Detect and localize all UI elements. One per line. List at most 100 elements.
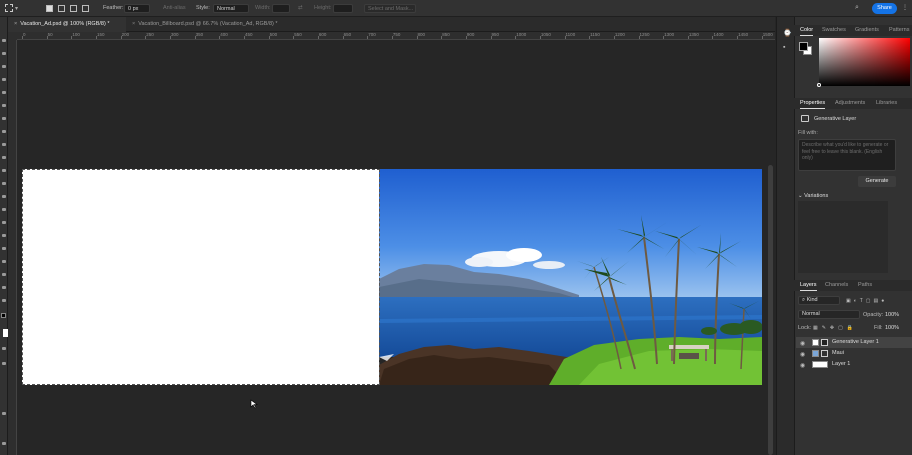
tab-adjustments[interactable]: Adjustments — [835, 98, 865, 109]
foreground-color-swatch[interactable] — [799, 42, 808, 51]
rectangle-tool-icon[interactable] — [2, 273, 6, 276]
tab-properties[interactable]: Properties — [800, 98, 826, 109]
pen-tool-icon[interactable] — [2, 234, 6, 237]
color-panel-tabs: Color Swatches Gradients Patterns — [794, 25, 912, 36]
close-icon[interactable]: × — [14, 21, 17, 27]
eye-icon[interactable]: ◉ — [800, 340, 805, 347]
tab-channels[interactable]: Channels — [825, 280, 848, 291]
tab-vacation-billboard[interactable]: × Vacation_Billboard.psd @ 66.7% (Vacatio… — [126, 17, 306, 32]
ruler-tick — [22, 36, 23, 39]
path-selection-tool-icon[interactable] — [2, 260, 6, 263]
width-input[interactable] — [272, 4, 290, 13]
swap-icon[interactable]: ⇄ — [298, 5, 303, 11]
vertical-scrollbar-thumb[interactable] — [768, 165, 773, 455]
eraser-tool-icon[interactable] — [2, 182, 6, 185]
tab-patterns[interactable]: Patterns — [889, 25, 909, 36]
tab-layers[interactable]: Layers — [800, 280, 817, 291]
ruler-tick — [243, 36, 245, 39]
healing-brush-tool-icon[interactable] — [2, 130, 6, 133]
color-picker-field[interactable] — [819, 38, 910, 86]
filter-label: Kind — [806, 297, 818, 303]
zoom-tool-icon[interactable] — [2, 299, 6, 302]
layer-row-layer1[interactable]: ◉ Layer 1 — [796, 359, 912, 370]
opacity-label: Opacity: — [863, 312, 884, 318]
vertical-ruler[interactable] — [8, 40, 17, 455]
search-icon[interactable]: ⌕ — [855, 4, 859, 12]
ruler-tick — [490, 36, 492, 39]
marquee-tool-icon[interactable] — [2, 52, 6, 55]
frame-tool-icon[interactable] — [2, 104, 6, 107]
lock-icons[interactable]: ▦✎✥▢🔒 — [813, 325, 857, 331]
quick-mask-icon[interactable] — [2, 347, 6, 350]
dodge-tool-icon[interactable] — [2, 221, 6, 224]
tab-libraries[interactable]: Libraries — [876, 98, 897, 109]
tab-color[interactable]: Color — [800, 25, 814, 36]
foreground-color-swatch[interactable] — [1, 313, 6, 318]
ruler-label: 1500 — [762, 32, 773, 37]
more-options-icon[interactable]: ⋮ — [902, 4, 908, 11]
extra-tool-icon[interactable] — [2, 442, 6, 445]
quick-select-tool-icon[interactable] — [2, 78, 6, 81]
opacity-value[interactable]: 100% — [885, 312, 899, 318]
maui-beach-photo[interactable] — [379, 169, 762, 385]
close-icon[interactable]: × — [132, 21, 135, 27]
style-select[interactable]: Normal — [213, 4, 249, 13]
layer-row-generative[interactable]: ◉ Generative Layer 1 — [796, 337, 912, 348]
generate-button[interactable]: Generate — [858, 176, 896, 187]
layer-type-label: Generative Layer — [814, 116, 857, 122]
move-tool-icon[interactable] — [2, 39, 6, 42]
horizontal-ruler[interactable]: 0 50 100 150 200 250 300 350 400 450 500 550 600 650 7… — [17, 32, 775, 40]
add-to-selection-icon[interactable] — [58, 5, 65, 12]
generative-prompt-input[interactable]: Describe what you'd like to generate or … — [798, 139, 896, 171]
ruler-label: 1200 — [614, 32, 625, 37]
marquee-selection[interactable] — [22, 169, 380, 385]
variations-label: Variations — [804, 193, 829, 199]
rect-marquee-tool-icon[interactable] — [5, 4, 13, 12]
chevron-down-icon[interactable]: ▾ — [15, 5, 18, 12]
crop-tool-icon[interactable] — [2, 91, 6, 94]
ruler-tick — [71, 36, 73, 39]
history-icon[interactable]: ⌚ — [783, 29, 792, 37]
tab-paths[interactable]: Paths — [858, 280, 872, 291]
tab-gradients[interactable]: Gradients — [855, 25, 879, 36]
hand-tool-icon[interactable] — [2, 286, 6, 289]
feather-input[interactable]: 0 px — [124, 4, 150, 13]
fill-value[interactable]: 100% — [885, 325, 899, 331]
intersect-selection-icon[interactable] — [82, 5, 89, 12]
lasso-tool-icon[interactable] — [2, 65, 6, 68]
layer-filter-icons[interactable]: ▣◐T▢▤● — [846, 298, 901, 304]
share-button[interactable]: Share — [872, 3, 897, 14]
ruler-tick — [145, 36, 147, 39]
antialias-checkbox-label[interactable]: Anti-alias — [163, 5, 186, 11]
ruler-tick — [737, 36, 739, 39]
eyedropper-tool-icon[interactable] — [2, 117, 6, 120]
type-tool-icon[interactable] — [2, 247, 6, 250]
layer-row-maui[interactable]: ◉ Maui — [796, 348, 912, 359]
tab-swatches[interactable]: Swatches — [822, 25, 846, 36]
ruler-label: 1150 — [590, 32, 600, 37]
subtract-from-selection-icon[interactable] — [70, 5, 77, 12]
gradient-tool-icon[interactable] — [2, 195, 6, 198]
color-picker-marker[interactable] — [817, 83, 821, 87]
document-canvas[interactable] — [22, 169, 762, 385]
eye-icon[interactable]: ◉ — [800, 351, 805, 358]
tools-panel — [0, 17, 8, 455]
clone-stamp-tool-icon[interactable] — [2, 156, 6, 159]
layer-thumbnail — [812, 350, 819, 357]
height-input[interactable] — [333, 4, 353, 13]
ruler-tick — [638, 36, 640, 39]
blend-mode-select[interactable]: Normal — [798, 310, 860, 319]
edit-toolbar-icon[interactable] — [2, 412, 6, 415]
brush-tool-icon[interactable] — [2, 143, 6, 146]
ruler-tick — [441, 36, 443, 39]
tab-vacation-ad[interactable]: × Vacation_Ad.psd @ 100% (RGB/8) * — [8, 17, 126, 32]
variations-toggle[interactable]: ⌄ Variations — [798, 193, 828, 199]
screen-mode-icon[interactable] — [2, 362, 6, 365]
new-selection-icon[interactable] — [46, 5, 53, 12]
history-brush-tool-icon[interactable] — [2, 169, 6, 172]
layer-filter-select[interactable]: ⌕ Kind — [798, 296, 840, 305]
eye-icon[interactable]: ◉ — [800, 362, 805, 369]
blur-tool-icon[interactable] — [2, 208, 6, 211]
comments-icon[interactable]: ▪ — [783, 44, 785, 51]
select-and-mask-button[interactable]: Select and Mask... — [364, 4, 416, 13]
